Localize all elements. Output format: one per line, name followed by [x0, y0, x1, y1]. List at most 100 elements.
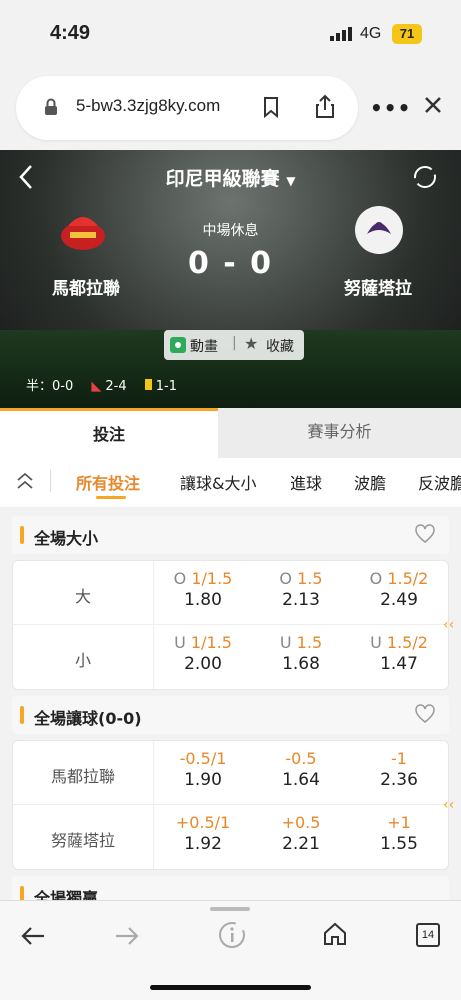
- odds-prefix: U: [279, 633, 292, 652]
- odds-line: 1.5/2: [386, 633, 428, 652]
- heart-icon[interactable]: [414, 704, 436, 724]
- row-label: 大: [74, 587, 91, 606]
- odds-line: 1.5/2: [387, 569, 429, 588]
- odds-line: 1/1.5: [190, 633, 232, 652]
- odds-cell[interactable]: +0.5 2.21: [253, 813, 349, 854]
- odds-prefix: O: [369, 569, 383, 588]
- corner-icon: ◣: [91, 379, 102, 394]
- url-text[interactable]: 5-bw3.3zjg8ky.com: [76, 96, 220, 116]
- odds-line: 1.5: [296, 633, 323, 652]
- share-icon[interactable]: [314, 93, 336, 119]
- filter-divider: [50, 470, 51, 492]
- table-row: 馬都拉聯 -0.5/1 1.90 -0.5 1.64 -1 2.36: [13, 741, 450, 805]
- section-title: 全場大小: [34, 529, 99, 548]
- odds-line: -1: [391, 749, 407, 768]
- odds-cell[interactable]: U 1/1.5 2.00: [155, 633, 251, 674]
- heart-icon[interactable]: [414, 524, 436, 544]
- odds-cell[interactable]: -0.5 1.64: [253, 749, 349, 790]
- odds-value: 1.92: [184, 834, 222, 854]
- half-time-score: 半：0-0: [26, 379, 74, 394]
- filter-correct-score[interactable]: 波膽: [354, 470, 386, 494]
- odds-cell[interactable]: O 1.5/2 2.49: [351, 569, 447, 610]
- odds-value: 2.13: [282, 590, 320, 610]
- refresh-icon[interactable]: [412, 164, 438, 190]
- odds-line: 1/1.5: [191, 569, 233, 588]
- lock-icon: [45, 98, 57, 115]
- odds-value: 1.80: [184, 590, 222, 610]
- scroll-left-icon[interactable]: ‹‹: [443, 797, 454, 813]
- close-icon[interactable]: [424, 96, 442, 114]
- home-indicator: [150, 985, 311, 990]
- back-icon[interactable]: [20, 925, 46, 947]
- yellow-card-icon: [144, 379, 152, 390]
- filter-handicap-ou[interactable]: 讓球&大小: [180, 470, 256, 494]
- scroll-left-icon[interactable]: ‹‹: [443, 617, 454, 633]
- odds-value: 1.68: [282, 654, 320, 674]
- animation-icon: [170, 337, 186, 353]
- row-label: 努薩塔拉: [50, 831, 115, 850]
- status-bar: 4:49 4G 71: [0, 0, 461, 68]
- info-icon[interactable]: [218, 921, 246, 949]
- odds-cell[interactable]: U 1.5 1.68: [253, 633, 349, 674]
- odds-line: -0.5: [285, 749, 317, 768]
- table-row: 小 U 1/1.5 2.00 U 1.5 1.68 U 1.5/2 1.47: [13, 625, 450, 689]
- home-icon[interactable]: [322, 921, 348, 947]
- match-stats: 半：0-0 ◣ 2-4 1-1: [26, 375, 191, 394]
- match-status: 中場休息: [202, 223, 259, 239]
- table-row: 努薩塔拉 +0.5/1 1.92 +0.5 2.21 +1 1.55: [13, 805, 450, 869]
- card-count: 1-1: [155, 379, 177, 394]
- collapse-icon[interactable]: [16, 470, 34, 492]
- drag-handle[interactable]: [210, 907, 250, 911]
- filter-all-bets[interactable]: 所有投注: [76, 470, 140, 494]
- section-accent: [20, 526, 24, 544]
- favorite-button[interactable]: 收藏: [266, 336, 294, 356]
- tab-analysis[interactable]: 賽事分析: [218, 408, 461, 458]
- odds-cell[interactable]: U 1.5/2 1.47: [351, 633, 447, 674]
- pill-divider: |: [232, 335, 237, 351]
- address-bar[interactable]: 5-bw3.3zjg8ky.com: [16, 76, 358, 140]
- section-over-under[interactable]: 全場大小: [12, 516, 449, 554]
- signal-icon: [330, 27, 352, 41]
- odds-value: 1.64: [282, 770, 320, 790]
- more-options-icon[interactable]: •••: [370, 96, 411, 120]
- odds-value: 1.47: [380, 654, 418, 674]
- corner-count: 2-4: [105, 379, 127, 394]
- odds-value: 1.90: [184, 770, 222, 790]
- section-title: 全場讓球(0-0): [34, 709, 142, 728]
- status-time: 4:49: [50, 22, 91, 44]
- odds-prefix: U: [370, 633, 382, 652]
- filter-anti-correct-score[interactable]: 反波膽: [418, 470, 461, 494]
- animation-button[interactable]: 動畫: [190, 336, 218, 356]
- section-accent: [20, 706, 24, 724]
- odds-cell[interactable]: +0.5/1 1.92: [155, 813, 251, 854]
- odds-cell[interactable]: -0.5/1 1.90: [155, 749, 251, 790]
- tab-betting[interactable]: 投注: [0, 408, 218, 458]
- handicap-card: 馬都拉聯 -0.5/1 1.90 -0.5 1.64 -1 2.36 努薩塔拉 +0.…: [12, 740, 454, 870]
- bookmark-icon[interactable]: [262, 96, 280, 118]
- odds-line: 1.5: [297, 569, 323, 588]
- match-score: 0 - 0: [187, 246, 274, 281]
- tab-count-button[interactable]: 14: [416, 923, 440, 947]
- row-label: 馬都拉聯: [50, 767, 115, 786]
- row-label: 小: [74, 651, 91, 670]
- battery-level: 71: [392, 24, 422, 44]
- chevron-down-icon: ▼: [286, 174, 296, 188]
- odds-value: 1.55: [380, 834, 418, 854]
- forward-icon[interactable]: [114, 925, 140, 947]
- section-handicap[interactable]: 全場讓球(0-0): [12, 696, 449, 734]
- odds-cell[interactable]: +1 1.55: [351, 813, 447, 854]
- odds-value: 2.00: [184, 654, 222, 674]
- main-tabs: 投注 賽事分析: [0, 408, 461, 458]
- table-row: 大 O 1/1.5 1.80 O 1.5 2.13 O 1.5/2 2.49: [13, 561, 450, 625]
- odds-cell[interactable]: -1 2.36: [351, 749, 447, 790]
- odds-cell[interactable]: O 1/1.5 1.80: [155, 569, 251, 610]
- odds-value: 2.49: [380, 590, 418, 610]
- active-filter-underline: [96, 496, 126, 499]
- bet-filter-bar: 所有投注 讓球&大小 進球 波膽 反波膽: [0, 458, 461, 508]
- odds-cell[interactable]: O 1.5 2.13: [253, 569, 349, 610]
- network-type: 4G: [360, 25, 382, 42]
- odds-prefix: O: [279, 569, 293, 588]
- league-selector[interactable]: 印尼甲級聯賽 ▼: [0, 164, 461, 191]
- odds-line: +1: [387, 813, 411, 832]
- filter-goals[interactable]: 進球: [290, 470, 322, 494]
